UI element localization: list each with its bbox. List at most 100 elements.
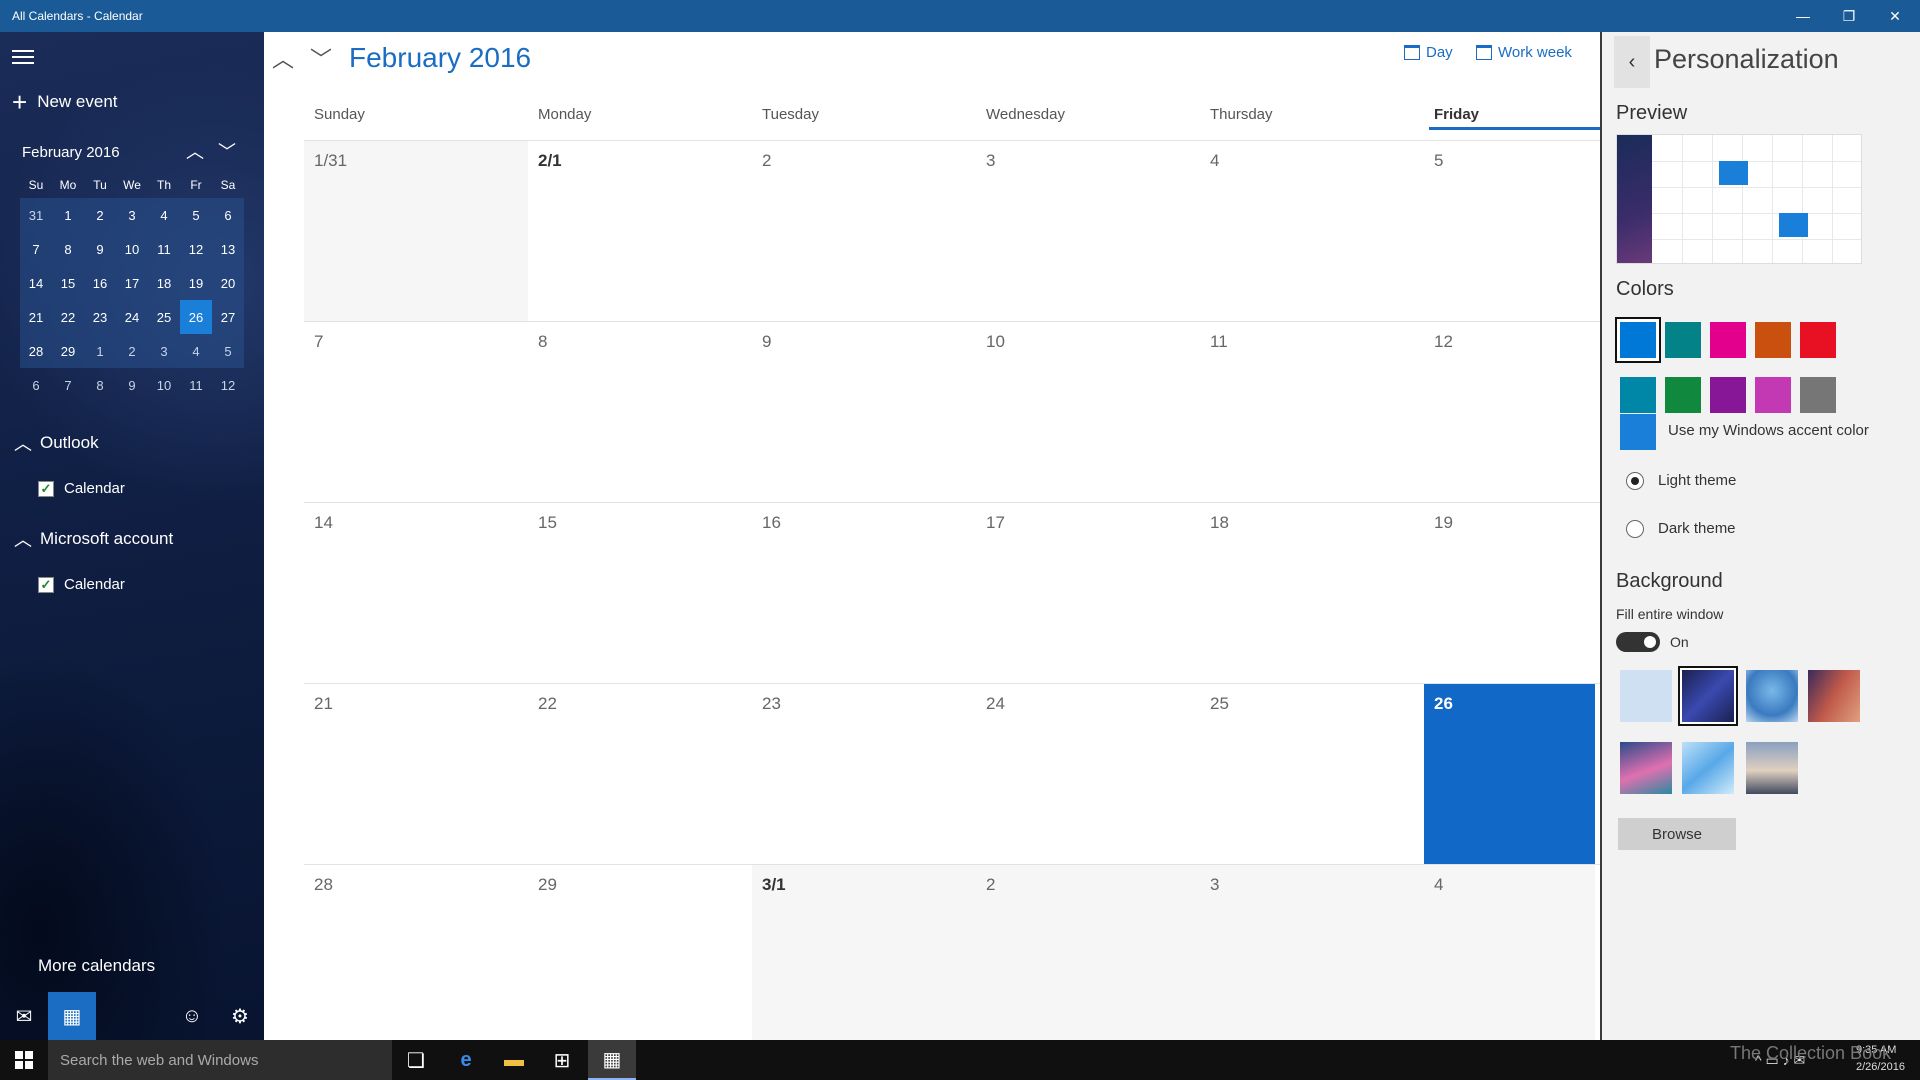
day-cell[interactable]: 2/1 [528,141,752,321]
mini-calendar-day[interactable]: 21 [20,300,52,334]
day-cell[interactable]: 15 [528,503,752,683]
calendar-toggle-microsoft[interactable]: ✓ Calendar [38,576,125,593]
mini-calendar-day[interactable]: 1 [84,334,116,368]
checkbox-icon[interactable]: ✓ [38,576,54,593]
dark-theme-radio[interactable] [1626,520,1644,538]
background-option-starry[interactable] [1680,668,1736,724]
day-cell[interactable]: 5 [1424,141,1595,321]
background-option-tree[interactable] [1746,670,1798,722]
mini-calendar-day[interactable]: 8 [84,368,116,402]
day-cell[interactable]: 19 [1424,503,1595,683]
color-swatch[interactable] [1755,322,1791,358]
mini-calendar-day[interactable]: 26 [180,300,212,334]
browse-button[interactable]: Browse [1618,818,1736,850]
store-icon[interactable]: ⊞ [538,1040,586,1080]
mini-calendar-day[interactable]: 7 [20,232,52,266]
day-cell[interactable]: 12 [1424,322,1595,502]
next-month-icon[interactable]: ﹀ [310,42,332,74]
mail-icon[interactable]: ✉ [0,992,48,1040]
day-cell[interactable]: 2 [752,141,976,321]
color-swatch[interactable] [1665,322,1701,358]
work-week-view-button[interactable]: Work week [1476,44,1572,61]
taskbar-search-input[interactable]: Search the web and Windows [48,1040,392,1080]
day-view-button[interactable]: Day [1404,44,1453,61]
color-swatch[interactable] [1710,322,1746,358]
mini-calendar-day[interactable]: 12 [212,368,244,402]
color-swatch[interactable] [1620,377,1656,413]
calendar-app-icon[interactable]: ▦ [588,1040,636,1080]
day-cell[interactable]: 2 [976,865,1200,1045]
calendar-toggle-outlook[interactable]: ✓ Calendar [38,480,125,497]
mini-calendar-day[interactable]: 4 [148,198,180,232]
light-theme-radio[interactable] [1626,472,1644,490]
background-option-light[interactable] [1620,670,1672,722]
color-swatch[interactable] [1617,319,1659,361]
mini-calendar-day[interactable]: 24 [116,300,148,334]
mini-calendar-day[interactable]: 15 [52,266,84,300]
mini-calendar-day[interactable]: 8 [52,232,84,266]
account-outlook[interactable]: ︿ Outlook [14,430,99,456]
mini-calendar-day[interactable]: 2 [84,198,116,232]
color-swatch[interactable] [1665,377,1701,413]
mini-calendar-day[interactable]: 1 [52,198,84,232]
mini-calendar-day[interactable]: 5 [212,334,244,368]
day-cell[interactable]: 28 [304,865,528,1045]
mini-calendar-day[interactable]: 16 [84,266,116,300]
mini-calendar-day[interactable]: 3 [148,334,180,368]
month-title[interactable]: February 2016 [349,42,531,74]
color-swatch[interactable] [1755,377,1791,413]
mini-calendar-day[interactable]: 28 [20,334,52,368]
day-cell[interactable]: 11 [1200,322,1424,502]
color-swatch[interactable] [1800,322,1836,358]
mini-calendar-day[interactable]: 29 [52,334,84,368]
mini-calendar-day[interactable]: 31 [20,198,52,232]
day-cell[interactable]: 14 [304,503,528,683]
mini-calendar-day[interactable]: 19 [180,266,212,300]
mini-calendar-day[interactable]: 27 [212,300,244,334]
day-cell[interactable]: 3 [1200,865,1424,1045]
back-arrow-icon[interactable]: ‹ [1614,36,1650,88]
mini-calendar-day[interactable]: 6 [20,368,52,402]
day-cell[interactable]: 23 [752,684,976,864]
mini-calendar-day[interactable]: 7 [52,368,84,402]
new-event-button[interactable]: + New event [12,89,118,115]
mini-calendar-day[interactable]: 9 [84,232,116,266]
accent-color-label[interactable]: Use my Windows accent color [1668,422,1869,439]
minimize-button[interactable]: — [1780,0,1826,32]
feedback-smiley-icon[interactable]: ☺ [168,992,216,1040]
day-cell[interactable]: 10 [976,322,1200,502]
mini-calendar-day[interactable]: 18 [148,266,180,300]
hamburger-menu-icon[interactable] [12,50,36,66]
day-cell[interactable]: 22 [528,684,752,864]
mini-calendar-day[interactable]: 11 [148,232,180,266]
fill-window-toggle[interactable] [1616,632,1660,652]
more-calendars-link[interactable]: More calendars [38,956,155,976]
mini-calendar-day[interactable]: 12 [180,232,212,266]
mini-calendar-day[interactable]: 13 [212,232,244,266]
color-swatch[interactable] [1800,377,1836,413]
mini-calendar-day[interactable]: 20 [212,266,244,300]
mini-calendar-day[interactable]: 23 [84,300,116,334]
background-option-canyon[interactable] [1808,670,1860,722]
file-explorer-icon[interactable]: ▬ [490,1040,538,1080]
day-cell[interactable]: 21 [304,684,528,864]
background-option-abstract[interactable] [1620,742,1672,794]
mini-calendar-month[interactable]: February 2016 [22,144,120,161]
previous-month-icon[interactable]: ︿ [272,42,294,74]
mini-calendar-day[interactable]: 10 [116,232,148,266]
day-cell[interactable]: 4 [1424,865,1595,1045]
dark-theme-label[interactable]: Dark theme [1658,520,1736,537]
day-cell[interactable]: 16 [752,503,976,683]
day-cell[interactable]: 7 [304,322,528,502]
mini-calendar-day[interactable]: 2 [116,334,148,368]
day-cell[interactable]: 18 [1200,503,1424,683]
mini-calendar-day[interactable]: 17 [116,266,148,300]
mini-calendar-day[interactable]: 4 [180,334,212,368]
day-cell[interactable]: 1/31 [304,141,528,321]
checkbox-icon[interactable]: ✓ [38,480,54,497]
restore-button[interactable]: ❐ [1826,0,1872,32]
background-option-geometric[interactable] [1682,742,1734,794]
windows-start-icon[interactable] [0,1040,48,1080]
day-cell[interactable]: 3/1 [752,865,976,1045]
mini-calendar-day[interactable]: 11 [180,368,212,402]
